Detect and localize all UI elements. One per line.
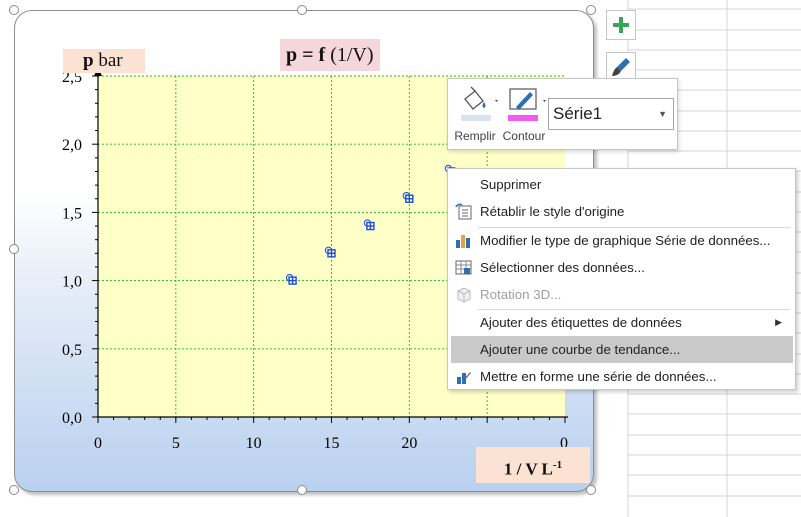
x-tick-label: 5: [172, 435, 180, 452]
brush-icon: [612, 58, 630, 76]
series-dropdown-value: Série1: [553, 104, 603, 123]
format-series-icon: [457, 372, 471, 384]
menu-item-add-trendline[interactable]: Ajouter une courbe de tendance...: [451, 336, 793, 363]
rotation-3d-icon: [457, 287, 471, 303]
resize-handle-bottom-right[interactable]: [586, 485, 596, 495]
y-axis-title[interactable]: p bar: [63, 49, 145, 73]
resize-handle-top-right[interactable]: [586, 5, 596, 15]
plus-icon: [613, 17, 629, 33]
menu-item-select-data[interactable]: Sélectionner des données...: [449, 254, 794, 281]
select-data-icon: [455, 260, 472, 275]
y-tick-label: 0,0: [62, 410, 82, 427]
menu-item-label: Ajouter des étiquettes de données: [480, 315, 682, 330]
chevron-down-icon: ▼: [658, 109, 667, 119]
resize-handle-bottom-middle[interactable]: [297, 485, 307, 495]
x-tick-label: 10: [246, 435, 262, 452]
menu-item-format-data-series[interactable]: Mettre en forme une série de données...: [449, 363, 794, 390]
fill-label: Remplir: [454, 129, 496, 143]
pen-icon: [508, 88, 546, 121]
y-tick-label: 1,5: [62, 205, 82, 222]
chart-elements-button[interactable]: [606, 10, 636, 40]
x-tick-label: 15: [324, 435, 340, 452]
chart-title-paren: (1/V): [330, 44, 374, 66]
outline-label: Contour: [502, 129, 546, 143]
x-axis-label-exponent: -1: [552, 459, 563, 471]
x-axis-label-text: 1 / V L: [503, 459, 553, 479]
resize-handle-top-left[interactable]: [9, 5, 19, 15]
x-axis-title[interactable]: 1 / V L-1: [476, 447, 590, 483]
paint-bucket-icon: [461, 86, 498, 121]
resize-handle-bottom-left[interactable]: [9, 485, 19, 495]
y-axis-unit: bar: [98, 50, 123, 71]
menu-item-label: Rétablir le style d'origine: [480, 204, 625, 219]
menu-item-label: Supprimer: [480, 177, 542, 192]
menu-item-label: Modifier le type de graphique Série de d…: [480, 233, 771, 248]
menu-item-label: Sélectionner des données...: [480, 260, 645, 275]
format-mini-toolbar: Remplir Contour Série1 ▼: [447, 78, 678, 150]
resize-handle-middle-left[interactable]: [9, 244, 19, 254]
x-tick-label: 20: [401, 435, 417, 452]
reset-style-icon: [455, 203, 472, 220]
chart-title[interactable]: p = f (1/V): [280, 39, 380, 71]
menu-item-label: Mettre en forme une série de données...: [480, 369, 717, 384]
context-menu: Supprimer Rétablir le style d'origine Mo…: [447, 168, 796, 390]
outline-button[interactable]: Contour: [500, 83, 548, 147]
fill-button[interactable]: Remplir: [451, 83, 499, 147]
y-tick-label: 0,5: [62, 342, 82, 359]
menu-item-label: Rotation 3D...: [480, 287, 562, 302]
menu-item-add-data-labels[interactable]: Ajouter des étiquettes de données ▶: [449, 309, 794, 336]
y-axis-symbol: p: [83, 50, 94, 71]
menu-item-reset-style[interactable]: Rétablir le style d'origine: [449, 198, 794, 225]
menu-item-rotation-3d: Rotation 3D...: [449, 281, 794, 308]
menu-item-change-chart-type[interactable]: Modifier le type de graphique Série de d…: [449, 227, 794, 254]
series-dropdown[interactable]: Série1 ▼: [548, 98, 674, 130]
x-tick-label: 0: [94, 435, 102, 452]
menu-item-label: Ajouter une courbe de tendance...: [480, 342, 681, 357]
submenu-arrow-icon: ▶: [775, 317, 782, 327]
chart-type-icon: [456, 235, 470, 248]
y-tick-label: 1,0: [62, 274, 82, 291]
y-tick-label: 2,0: [62, 137, 82, 154]
menu-item-delete[interactable]: Supprimer: [449, 171, 794, 198]
resize-handle-top-middle[interactable]: [297, 5, 307, 15]
chart-title-main: p = f: [286, 44, 326, 66]
